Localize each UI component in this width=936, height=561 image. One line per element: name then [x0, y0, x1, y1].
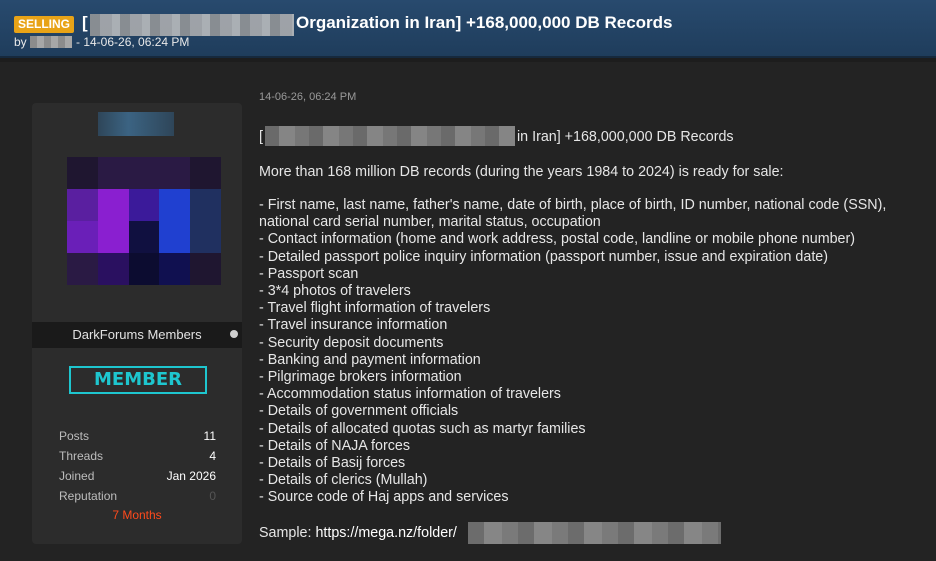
- post-title: in Iran] +168,000,000 DB Records: [517, 129, 734, 145]
- membership-duration: 7 Months: [112, 508, 162, 522]
- sample-line: Sample: https://mega.nz/folder/: [259, 525, 457, 541]
- sample-link[interactable]: https://mega.nz/folder/: [315, 525, 456, 541]
- post-title-prefix: [: [259, 129, 263, 145]
- user-group: DarkForums Members: [72, 327, 202, 342]
- redacted-author[interactable]: [30, 36, 72, 48]
- stat-threads-value[interactable]: 4: [209, 449, 216, 463]
- byline-date: - 14-06-26, 06:24 PM: [76, 35, 190, 49]
- list-item: - Security deposit documents: [259, 334, 444, 351]
- list-item: national card serial number, marital sta…: [259, 214, 601, 231]
- list-item: - First name, last name, father's name, …: [259, 197, 887, 213]
- list-item: - Travel flight information of travelers: [259, 300, 491, 317]
- stat-joined-value: Jan 2026: [166, 469, 216, 483]
- avatar[interactable]: [67, 157, 221, 285]
- list-item: - Details of clerics (Mullah): [259, 472, 428, 489]
- stat-threads-label: Threads: [59, 449, 104, 463]
- list-item: - Pilgrimage brokers information: [259, 369, 462, 386]
- list-item: - Travel insurance information: [259, 317, 448, 334]
- list-item: - Banking and payment information: [259, 351, 481, 368]
- post-date[interactable]: 14-06-26, 06:24 PM: [259, 91, 356, 103]
- records-list: - First name, last name, father's name, …: [259, 197, 886, 507]
- sample-label: Sample:: [259, 525, 312, 541]
- stat-posts-label: Posts: [59, 429, 90, 443]
- online-status-icon: [230, 330, 238, 338]
- redacted-title-block: [90, 14, 294, 36]
- list-item: - Details of allocated quotas such as ma…: [259, 420, 586, 437]
- redacted-link[interactable]: [468, 522, 721, 544]
- list-item: - 3*4 photos of travelers: [259, 283, 411, 300]
- byline-by: by: [14, 35, 27, 49]
- selling-badge: SELLING: [14, 16, 75, 33]
- stat-reputation-value[interactable]: 0: [209, 489, 216, 503]
- list-item: - Details of Basij forces: [259, 455, 406, 472]
- stat-reputation-label: Reputation: [59, 489, 118, 503]
- list-item: - Contact information (home and work add…: [259, 231, 856, 248]
- list-item: - Accommodation status information of tr…: [259, 386, 561, 403]
- list-item: - Passport scan: [259, 265, 359, 282]
- thread-title-prefix[interactable]: [: [82, 13, 88, 33]
- list-item: - Detailed passport police inquiry infor…: [259, 248, 828, 265]
- member-rank-badge: MEMBER: [69, 366, 207, 394]
- redacted-username[interactable]: [98, 112, 174, 136]
- stat-posts-value[interactable]: 11: [204, 429, 216, 443]
- list-item: - Details of NAJA forces: [259, 437, 410, 454]
- stat-joined-label: Joined: [59, 469, 95, 483]
- list-item: - Source code of Haj apps and services: [259, 489, 509, 506]
- post-intro: More than 168 million DB records (during…: [259, 164, 784, 180]
- redacted-post-title: [265, 126, 515, 146]
- thread-title[interactable]: Organization in Iran] +168,000,000 DB Re…: [296, 13, 673, 33]
- list-item: - Details of government officials: [259, 403, 459, 420]
